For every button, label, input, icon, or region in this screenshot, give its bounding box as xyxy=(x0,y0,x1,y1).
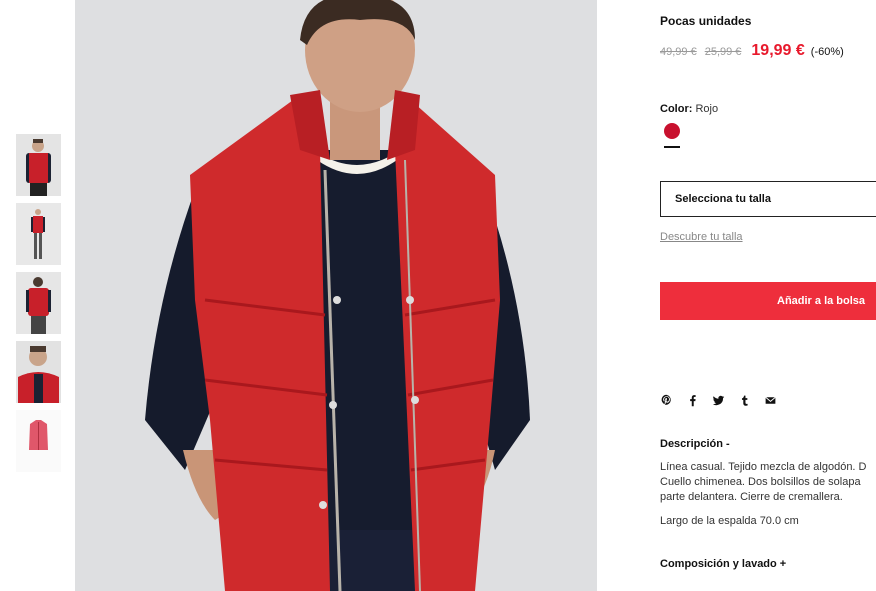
description-toggle[interactable]: Descripción - xyxy=(660,438,730,450)
color-value: Rojo xyxy=(695,103,719,115)
price-block: 49,99 € 25,99 € 19,99 € (-60%) xyxy=(660,42,844,60)
sale-price: 19,99 € xyxy=(751,42,805,59)
thumbnail-back[interactable] xyxy=(16,272,61,334)
main-product-image xyxy=(75,0,597,591)
twitter-icon[interactable] xyxy=(712,392,738,408)
composition-toggle[interactable]: Composición y lavado + xyxy=(660,558,786,570)
tumblr-icon[interactable] xyxy=(738,392,764,408)
thumbnail-front[interactable] xyxy=(16,134,61,196)
description-line: parte delantera. Cierre de cremallera. xyxy=(660,491,843,503)
color-swatch-red[interactable] xyxy=(664,123,680,139)
share-icons xyxy=(660,392,790,408)
thumbnail-gallery xyxy=(16,134,61,479)
description-line: Cuello chimenea. Dos bolsillos de solapa xyxy=(660,476,861,488)
size-select[interactable]: Selecciona tu talla xyxy=(660,181,876,217)
email-icon[interactable] xyxy=(764,392,790,408)
color-label: Color: xyxy=(660,103,693,115)
description-line: Línea casual. Tejido mezcla de algodón. … xyxy=(660,461,867,473)
previous-price: 25,99 € xyxy=(704,46,742,58)
thumbnail-close-up[interactable] xyxy=(16,341,61,403)
discount-badge: (-60%) xyxy=(810,46,844,58)
back-length: Largo de la espalda 70.0 cm xyxy=(660,515,799,527)
pinterest-icon[interactable] xyxy=(660,392,686,408)
thumbnail-product[interactable] xyxy=(16,410,61,472)
product-info-panel: Pocas unidades 49,99 € 25,99 € 19,99 € (-60… xyxy=(660,0,876,591)
add-to-bag-button[interactable]: Añadir a la bolsa xyxy=(660,282,876,320)
stock-note: Pocas unidades xyxy=(660,14,752,28)
swatch-selected-indicator xyxy=(664,146,680,148)
size-guide-link[interactable]: Descubre tu talla xyxy=(660,231,743,243)
description-text: Línea casual. Tejido mezcla de algodón. … xyxy=(660,460,876,505)
original-price: 49,99 € xyxy=(660,46,697,58)
color-label-row: Color: Rojo xyxy=(660,103,718,115)
thumbnail-full-body[interactable] xyxy=(16,203,61,265)
facebook-icon[interactable] xyxy=(686,392,712,408)
